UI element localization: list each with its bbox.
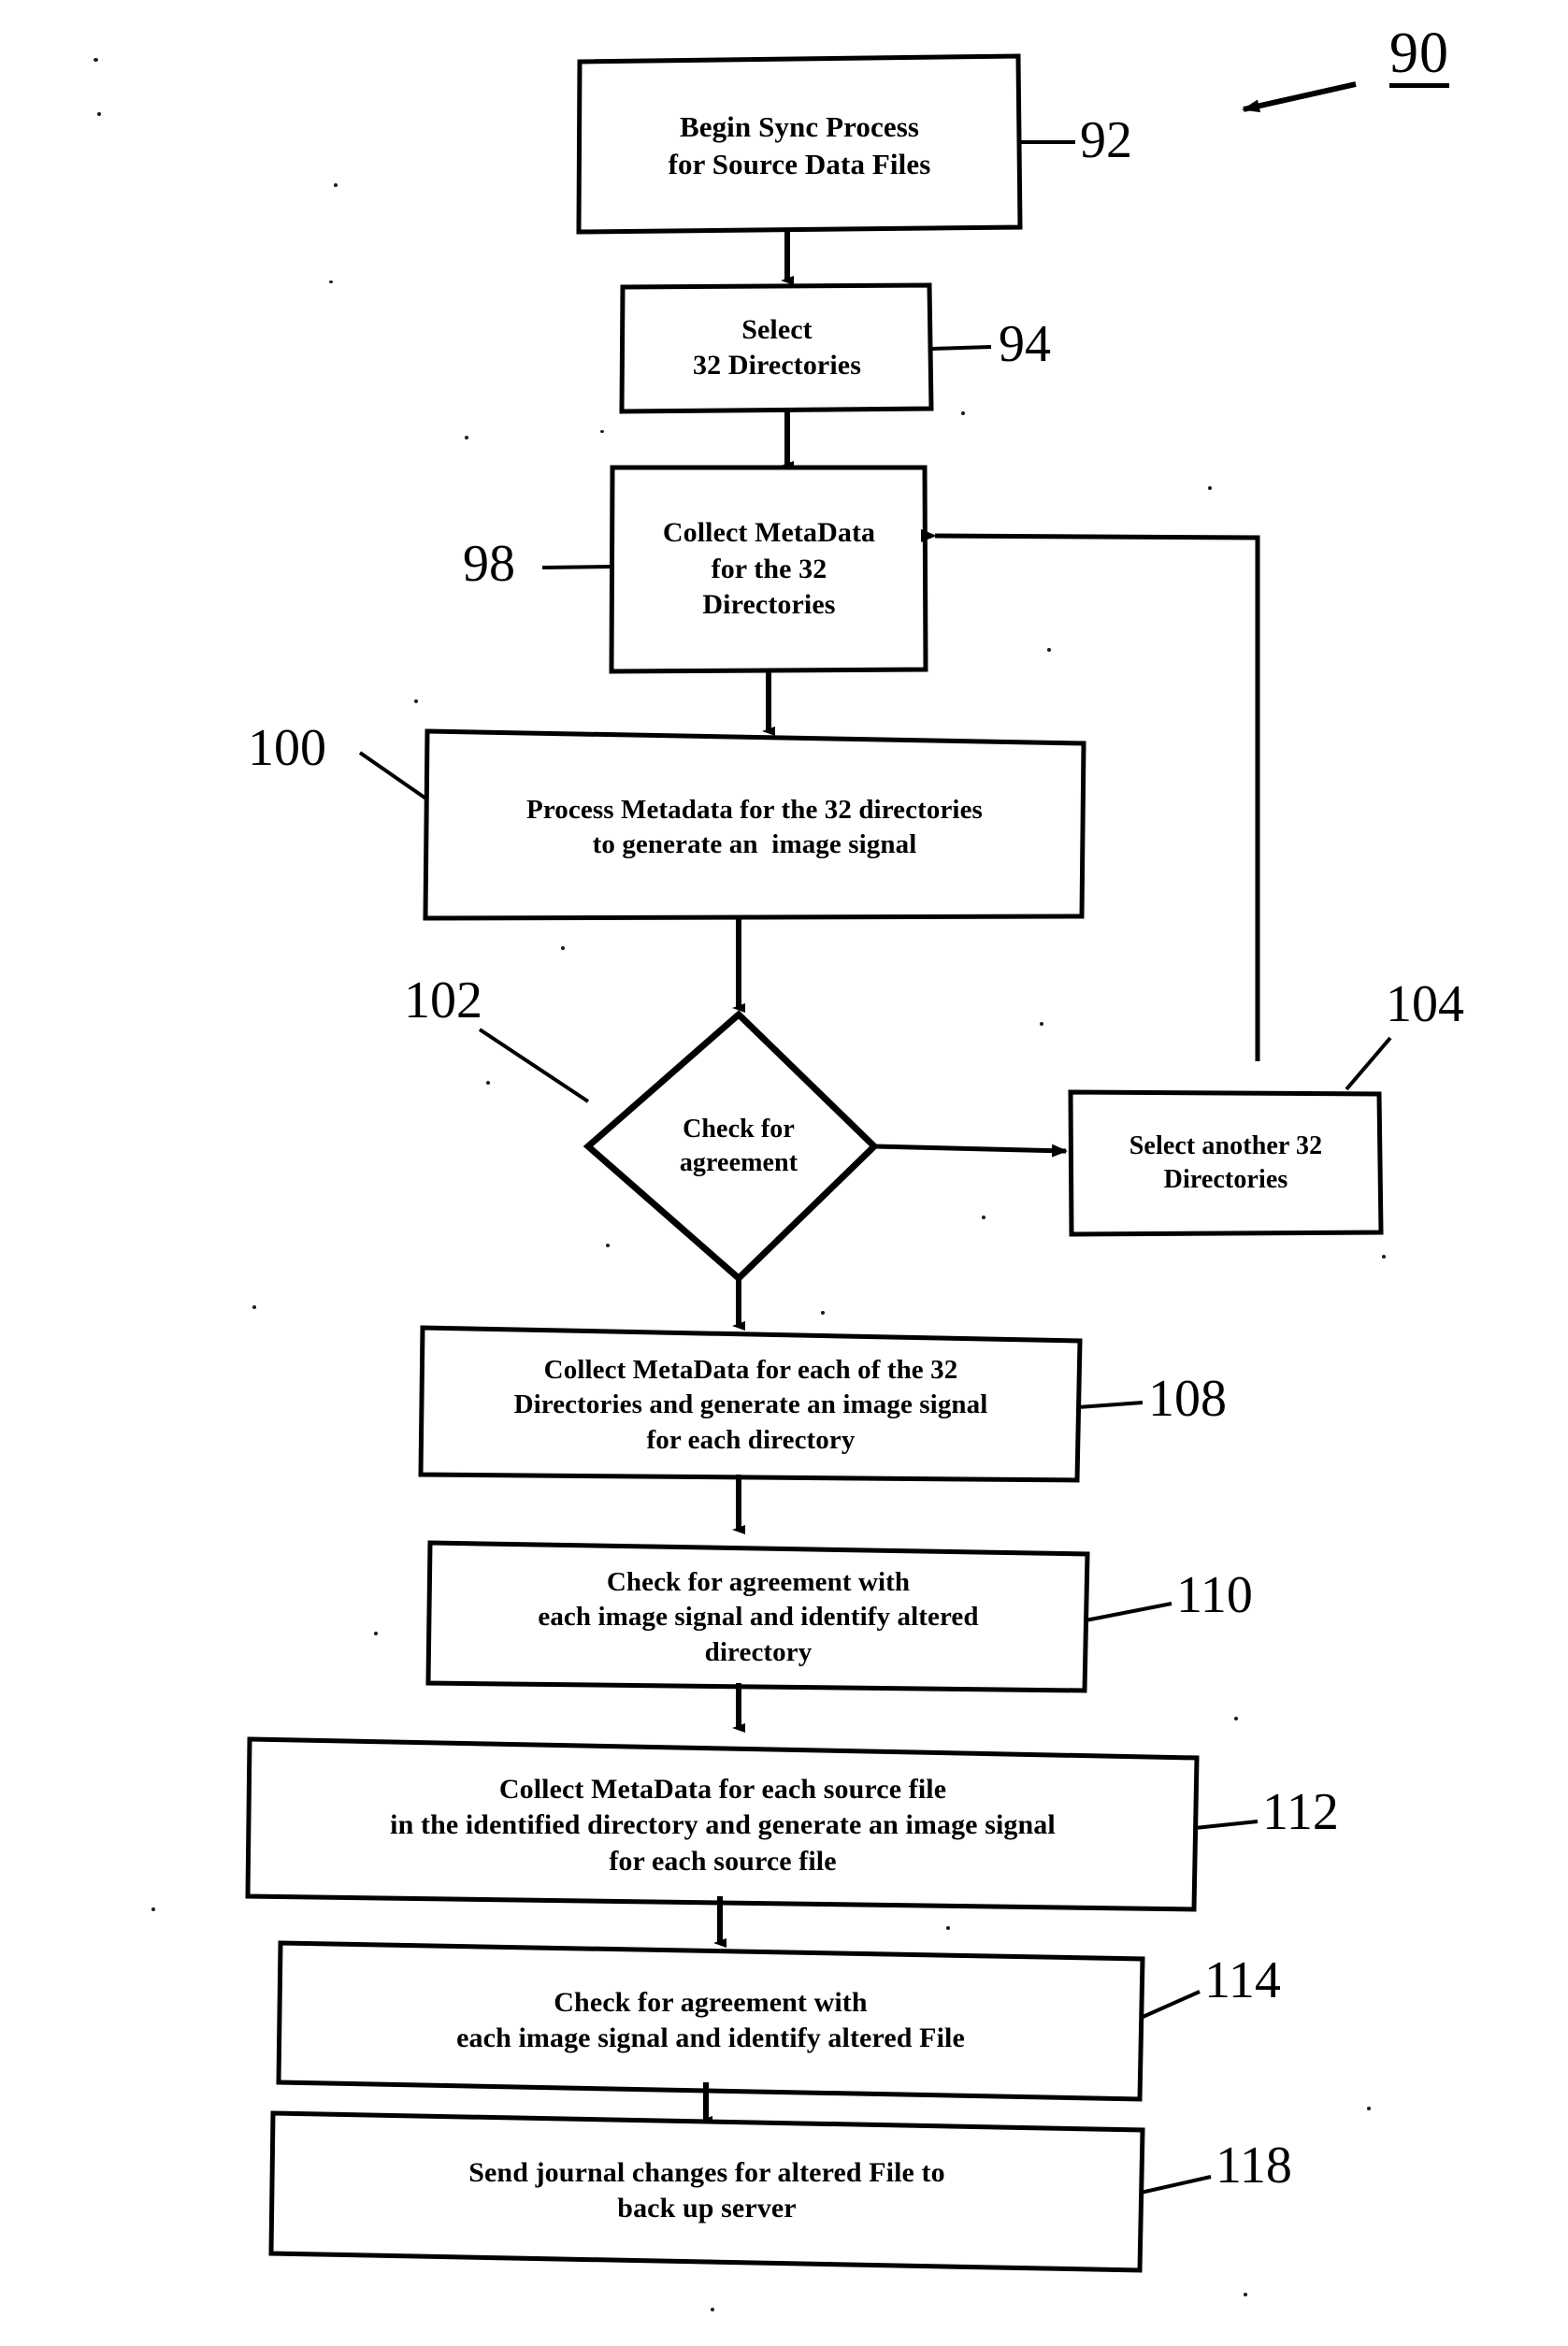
scan-speckle — [1367, 2107, 1371, 2110]
node-98-shape — [609, 465, 928, 674]
node-92-shape — [576, 53, 1023, 235]
leader-104 — [1345, 1036, 1392, 1091]
leader-98 — [541, 565, 613, 569]
ref-numeral-112: 112 — [1262, 1783, 1339, 1841]
node-108-shape — [418, 1325, 1083, 1483]
leader-112 — [1194, 1820, 1259, 1830]
ref-numeral-102: 102 — [404, 972, 482, 1029]
figure-number-90: 90 — [1389, 24, 1449, 88]
ref-numeral-94: 94 — [999, 315, 1051, 373]
leader-108 — [1077, 1401, 1144, 1409]
node-100-shape — [423, 728, 1086, 921]
scan-speckle — [329, 281, 333, 283]
scan-speckle — [561, 946, 565, 950]
flowchart-canvas — [245, 53, 1392, 2273]
scan-speckle — [606, 1244, 610, 1247]
leader-100 — [358, 751, 429, 801]
scan-speckle — [97, 112, 101, 116]
scan-speckle — [151, 1907, 155, 1911]
node-104-shape — [1068, 1089, 1384, 1237]
ref-numeral-118: 118 — [1216, 2137, 1292, 2195]
scan-speckle — [1382, 1255, 1386, 1259]
scan-speckle — [961, 411, 965, 415]
ref-numeral-104: 104 — [1386, 975, 1464, 1033]
patent-figure-page: Begin Sync Process for Source Data Files… — [0, 0, 1568, 2346]
scan-speckle — [94, 58, 98, 62]
node-114-shape — [276, 1940, 1145, 2102]
scan-speckle — [374, 1632, 378, 1635]
scan-speckle — [600, 430, 604, 433]
leader-114 — [1140, 1990, 1201, 2020]
connector-102-104 — [873, 1144, 1068, 1158]
ref-numeral-108: 108 — [1148, 1370, 1227, 1428]
scan-speckle — [252, 1305, 256, 1309]
leader-94 — [930, 345, 992, 351]
ref-numeral-92: 92 — [1080, 111, 1132, 169]
scan-speckle — [946, 1926, 950, 1930]
scan-speckle — [982, 1216, 985, 1219]
leader-102 — [478, 1028, 590, 1103]
scan-speckle — [465, 436, 468, 439]
scan-speckle — [1040, 1022, 1043, 1026]
node-94-shape — [619, 282, 934, 414]
scan-speckle — [1208, 486, 1212, 490]
node-110-shape — [425, 1540, 1090, 1693]
scan-speckle — [486, 1081, 490, 1085]
ref-numeral-110: 110 — [1176, 1566, 1253, 1624]
leader-110 — [1085, 1602, 1172, 1622]
ref-numeral-100: 100 — [248, 719, 326, 777]
node-112-shape — [245, 1736, 1200, 1912]
scan-speckle — [1234, 1717, 1238, 1720]
scan-speckle — [821, 1311, 825, 1315]
ref-numeral-98: 98 — [463, 535, 515, 593]
node-102-shape — [583, 1010, 880, 1283]
leader-118 — [1140, 2175, 1212, 2195]
scan-speckle — [334, 183, 338, 187]
leader-90-arrow — [1242, 81, 1357, 113]
scan-speckle — [1244, 2293, 1247, 2296]
scan-speckle — [1047, 648, 1051, 652]
node-118-shape — [268, 2110, 1145, 2273]
ref-numeral-114: 114 — [1204, 1951, 1281, 2009]
scan-speckle — [711, 2308, 714, 2311]
scan-speckle — [414, 699, 418, 703]
